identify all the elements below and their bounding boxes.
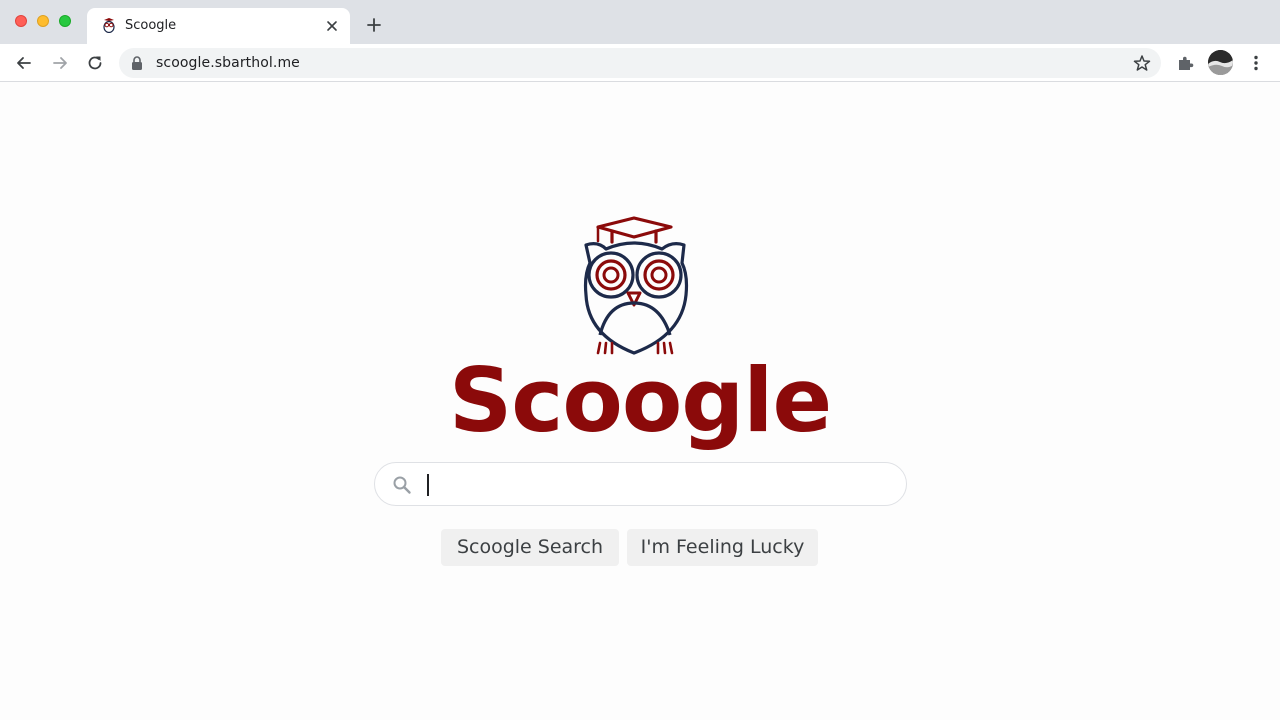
new-tab-icon[interactable] — [365, 16, 383, 34]
search-box[interactable] — [374, 462, 907, 506]
lock-icon[interactable] — [131, 56, 143, 70]
minimize-window-button[interactable] — [37, 15, 49, 27]
scoogle-search-button[interactable]: Scoogle Search — [441, 529, 619, 566]
back-icon[interactable] — [14, 53, 34, 73]
feeling-lucky-button[interactable]: I'm Feeling Lucky — [627, 529, 818, 566]
search-input[interactable] — [423, 471, 883, 499]
menu-icon[interactable] — [1246, 53, 1266, 73]
browser-tab[interactable]: Scoogle — [87, 8, 350, 44]
avatar[interactable] — [1208, 50, 1233, 75]
close-window-button[interactable] — [15, 15, 27, 27]
close-tab-icon[interactable] — [324, 18, 340, 34]
tab-strip: Scoogle — [0, 0, 1280, 44]
owl-favicon-icon — [103, 18, 115, 33]
address-bar[interactable]: scoogle.sbarthol.me — [119, 48, 1161, 78]
maximize-window-button[interactable] — [59, 15, 71, 27]
search-icon — [393, 476, 411, 494]
url-text[interactable]: scoogle.sbarthol.me — [156, 55, 300, 71]
tab-title: Scoogle — [125, 18, 177, 33]
avatar-image — [1208, 50, 1233, 75]
page-content: Scoogle Scoogle Search I'm Feeling Lucky — [0, 83, 1280, 720]
text-caret — [427, 474, 429, 496]
extensions-icon[interactable] — [1176, 53, 1196, 73]
star-icon[interactable] — [1133, 54, 1151, 72]
forward-icon[interactable] — [50, 53, 70, 73]
reload-icon[interactable] — [85, 53, 105, 73]
logo-wordmark: Scoogle — [448, 349, 832, 452]
browser-toolbar: scoogle.sbarthol.me — [0, 44, 1280, 82]
owl-graduate-icon — [583, 216, 689, 355]
